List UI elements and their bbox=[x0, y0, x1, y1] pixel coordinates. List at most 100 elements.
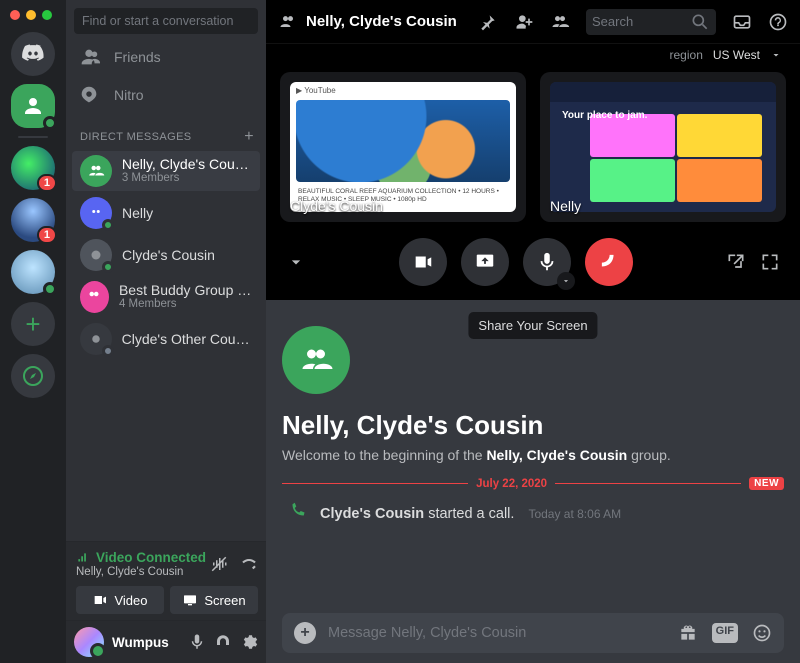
voice-status[interactable]: Video Connected bbox=[76, 550, 206, 565]
user-avatar bbox=[80, 323, 112, 355]
group-avatar-icon bbox=[80, 281, 109, 313]
emoji-icon[interactable] bbox=[752, 623, 772, 643]
main-panel: Nelly, Clyde's Cousin Search region US W… bbox=[266, 0, 800, 663]
shared-screen-preview: Your place to jam. bbox=[550, 82, 776, 212]
help-icon[interactable] bbox=[768, 12, 788, 32]
home-button[interactable] bbox=[11, 32, 55, 76]
new-badge: NEW bbox=[749, 477, 784, 490]
region-selector[interactable]: region US West bbox=[266, 44, 800, 64]
zoom-window-dot[interactable] bbox=[42, 10, 52, 20]
shared-screen-preview: BEAUTIFUL CORAL REEF AQUARIUM COLLECTION… bbox=[290, 82, 516, 212]
welcome-text: Welcome to the beginning of the Nelly, C… bbox=[282, 447, 784, 463]
server-3[interactable] bbox=[11, 250, 55, 294]
dm-item-best-buddy-group[interactable]: Best Buddy Group Ever4 Members bbox=[72, 277, 260, 317]
dm-item-clydes-cousin[interactable]: Clyde's Cousin bbox=[72, 235, 260, 275]
phone-icon bbox=[288, 502, 306, 525]
unread-badge: 1 bbox=[37, 174, 57, 192]
screen-share-icon bbox=[474, 251, 496, 273]
message-search-input[interactable]: Search bbox=[586, 9, 716, 35]
video-button[interactable]: Video bbox=[76, 586, 164, 614]
chat-area: Nelly, Clyde's Cousin Welcome to the beg… bbox=[266, 300, 800, 663]
mute-mic-icon[interactable] bbox=[188, 633, 206, 651]
message-placeholder: Message Nelly, Clyde's Cousin bbox=[328, 625, 666, 641]
close-window-dot[interactable] bbox=[10, 10, 20, 20]
server-rail: 1 1 + bbox=[0, 0, 66, 663]
end-call-button[interactable] bbox=[585, 238, 633, 286]
add-server-button[interactable]: + bbox=[11, 302, 55, 346]
disconnect-icon[interactable] bbox=[240, 555, 258, 573]
nitro-nav[interactable]: Nitro bbox=[66, 76, 266, 114]
share-screen-call-button[interactable] bbox=[461, 238, 509, 286]
message-input[interactable]: + Message Nelly, Clyde's Cousin GIF bbox=[282, 613, 784, 653]
people-icon bbox=[298, 342, 334, 378]
chat-title: Nelly, Clyde's Cousin bbox=[282, 410, 784, 441]
inbox-icon[interactable] bbox=[732, 12, 752, 32]
tile-label: Clyde's Cousin bbox=[290, 198, 383, 214]
group-avatar-icon bbox=[80, 155, 112, 187]
server-2[interactable]: 1 bbox=[11, 198, 55, 242]
window-traffic-lights bbox=[10, 6, 52, 24]
share-screen-tooltip: Share Your Screen bbox=[468, 312, 597, 339]
signal-icon bbox=[76, 551, 90, 565]
gif-button[interactable]: GIF bbox=[712, 623, 738, 643]
nitro-label: Nitro bbox=[114, 87, 144, 103]
collapse-call-icon[interactable] bbox=[286, 252, 306, 272]
minimize-window-dot[interactable] bbox=[26, 10, 36, 20]
dm-item-clydes-other-cousin[interactable]: Clyde's Other Cousin bbox=[72, 319, 260, 359]
user-avatar bbox=[80, 197, 112, 229]
explore-servers-button[interactable] bbox=[11, 354, 55, 398]
system-message-call[interactable]: Clyde's Cousin started a call. Today at … bbox=[282, 498, 784, 531]
dm-item-nelly[interactable]: Nelly bbox=[72, 193, 260, 233]
status-online-icon bbox=[102, 261, 114, 273]
group-dm-icon bbox=[278, 12, 298, 32]
screen-share-button[interactable]: Screen bbox=[170, 586, 258, 614]
popout-icon[interactable] bbox=[726, 252, 746, 272]
region-value: US West bbox=[713, 48, 760, 62]
mic-options-icon[interactable] bbox=[557, 272, 575, 290]
attach-button[interactable]: + bbox=[294, 622, 316, 644]
channel-title: Nelly, Clyde's Cousin bbox=[306, 13, 457, 30]
user-bar: Wumpus bbox=[66, 620, 266, 663]
new-messages-divider: July 22, 2020 NEW bbox=[282, 477, 784, 490]
self-username[interactable]: Wumpus bbox=[112, 635, 180, 650]
pin-icon[interactable] bbox=[478, 12, 498, 32]
fullscreen-icon[interactable] bbox=[760, 252, 780, 272]
conversation-search-input[interactable]: Find or start a conversation bbox=[74, 8, 258, 34]
friends-icon bbox=[78, 46, 100, 68]
region-label: region bbox=[670, 48, 703, 62]
video-tile-clydes-cousin[interactable]: BEAUTIFUL CORAL REEF AQUARIUM COLLECTION… bbox=[280, 72, 526, 222]
toggle-camera-button[interactable] bbox=[399, 238, 447, 286]
toggle-mic-button[interactable] bbox=[523, 238, 571, 286]
compass-icon bbox=[21, 364, 45, 388]
dm-avatar-active[interactable] bbox=[11, 84, 55, 128]
video-tile-nelly[interactable]: Your place to jam. Nelly bbox=[540, 72, 786, 222]
message-timestamp: Today at 8:06 AM bbox=[528, 507, 621, 521]
create-dm-button[interactable]: + bbox=[244, 128, 254, 146]
friends-nav[interactable]: Friends bbox=[66, 38, 266, 76]
status-online-icon bbox=[102, 219, 114, 231]
member-list-icon[interactable] bbox=[550, 12, 570, 32]
status-offline-icon bbox=[102, 345, 114, 357]
group-avatar-large bbox=[282, 326, 350, 394]
nitro-icon bbox=[78, 84, 100, 106]
camera-icon bbox=[92, 592, 108, 608]
noise-suppression-icon[interactable] bbox=[210, 555, 228, 573]
person-icon bbox=[21, 94, 45, 118]
call-area: BEAUTIFUL CORAL REEF AQUARIUM COLLECTION… bbox=[266, 64, 800, 300]
dm-section-label: DIRECT MESSAGES bbox=[80, 131, 192, 143]
gift-icon[interactable] bbox=[678, 623, 698, 643]
tile-label: Nelly bbox=[550, 198, 581, 214]
dm-section-header: DIRECT MESSAGES + bbox=[66, 114, 266, 150]
unread-badge: 1 bbox=[37, 226, 57, 244]
self-avatar[interactable] bbox=[74, 627, 104, 657]
friends-label: Friends bbox=[114, 49, 161, 65]
dm-item-group-nelly-clyde[interactable]: Nelly, Clyde's Cousin3 Members bbox=[72, 151, 260, 191]
camera-icon bbox=[412, 251, 434, 273]
deafen-icon[interactable] bbox=[214, 633, 232, 651]
channel-topbar: Nelly, Clyde's Cousin Search bbox=[266, 0, 800, 44]
server-1[interactable]: 1 bbox=[11, 146, 55, 190]
user-settings-icon[interactable] bbox=[240, 633, 258, 651]
chevron-down-icon bbox=[770, 49, 782, 61]
discord-logo-icon bbox=[21, 42, 45, 66]
add-friends-icon[interactable] bbox=[514, 12, 534, 32]
